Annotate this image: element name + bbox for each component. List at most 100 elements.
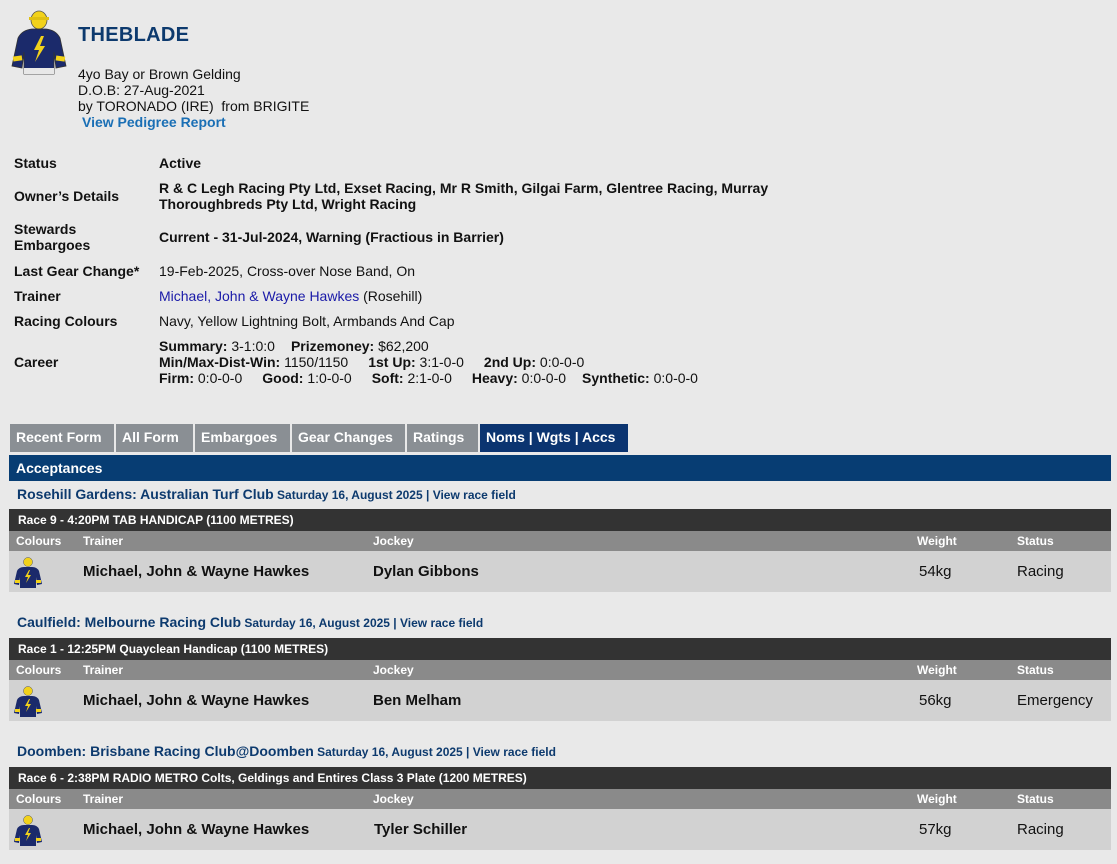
meeting-heading: Caulfield: Melbourne Racing Club Saturda… (17, 614, 483, 630)
good-value: 1:0-0-0 (307, 370, 352, 386)
race-title: Race 6 - 2:38PM RADIO METRO Colts, Geldi… (9, 767, 1111, 789)
status-header: Status (1017, 663, 1054, 677)
heavy-label: Heavy: (471, 370, 518, 386)
status-label: Status (14, 155, 57, 171)
jockey-silks-icon (11, 10, 67, 75)
runner-row: Michael, John & Wayne Hawkes Dylan Gibbo… (9, 551, 1111, 592)
stewards-value: Current - 31-Jul-2024, Warning (Fractiou… (159, 229, 504, 245)
first-up-value: 3:1-0-0 (419, 354, 464, 370)
runner-status: Emergency (1017, 692, 1093, 709)
venue-name: Caulfield: Melbourne Racing Club (17, 614, 242, 630)
column-header-row: Colours Trainer Jockey Weight Status (9, 789, 1111, 809)
racing-colours-label: Racing Colours (14, 313, 118, 329)
soft-label: Soft: (371, 370, 404, 386)
gear-change-value: 19-Feb-2025, Cross-over Nose Band, On (159, 263, 416, 279)
runner-trainer: Michael, John & Wayne Hawkes (83, 563, 310, 580)
tab-all-form[interactable]: All Form (116, 424, 195, 452)
trainer-link[interactable]: Michael, John & Wayne Hawkes (159, 288, 359, 304)
race-title: Race 9 - 4:20PM TAB HANDICAP (1100 METRE… (9, 509, 1111, 531)
weight-header: Weight (917, 534, 957, 548)
venue-name: Rosehill Gardens: Australian Turf Club (17, 486, 274, 502)
status-value: Active (159, 155, 202, 171)
colours-header: Colours (16, 663, 62, 677)
form-tabs: Recent Form All Form Embargoes Gear Chan… (10, 424, 628, 452)
synthetic-value: 0:0-0-0 (653, 370, 698, 386)
career-stats: Summary: 3-1:0:0 Prizemoney: $62,200 Min/… (159, 338, 799, 386)
tab-gear-changes[interactable]: Gear Changes (292, 424, 407, 452)
acceptances-header: Acceptances (9, 455, 1111, 481)
meeting-date: Saturday 16, August 2025 | (241, 616, 400, 630)
column-header-row: Colours Trainer Jockey Weight Status (9, 531, 1111, 551)
career-label: Career (14, 354, 59, 370)
gear-change-label: Last Gear Change* (14, 263, 140, 279)
trainer-header: Trainer (83, 534, 124, 548)
runner-row: Michael, John & Wayne Hawkes Tyler Schil… (9, 809, 1111, 850)
runner-weight: 54kg (919, 563, 952, 580)
weight-header: Weight (917, 792, 957, 806)
horse-dob: D.O.B: 27-Aug-2021 (78, 82, 205, 98)
tab-ratings[interactable]: Ratings (407, 424, 480, 452)
jockey-silks-icon (14, 686, 42, 717)
tab-recent-form[interactable]: Recent Form (10, 424, 116, 452)
synthetic-label: Synthetic: (582, 370, 650, 386)
view-race-field-link[interactable]: View race field (433, 488, 516, 502)
horse-breeding: by TORONADO (IRE) from BRIGITE (78, 98, 310, 114)
meeting-heading: Doomben: Brisbane Racing Club@Doomben Sa… (17, 743, 556, 759)
racing-colours-value: Navy, Yellow Lightning Bolt, Armbands An… (159, 313, 455, 329)
race-block: Race 1 - 12:25PM Quayclean Handicap (110… (9, 638, 1111, 721)
colours-header: Colours (16, 792, 62, 806)
second-up-label: 2nd Up: (483, 354, 537, 370)
first-up-label: 1st Up: (368, 354, 416, 370)
race-title: Race 1 - 12:25PM Quayclean Handicap (110… (9, 638, 1111, 660)
race-block: Race 9 - 4:20PM TAB HANDICAP (1100 METRE… (9, 509, 1111, 592)
firm-label: Firm: (159, 370, 194, 386)
runner-jockey: Dylan Gibbons (373, 563, 479, 580)
second-up-value: 0:0-0-0 (539, 354, 585, 370)
trainer-header: Trainer (83, 663, 124, 677)
trainer-location: (Rosehill) (359, 288, 423, 304)
venue-name: Doomben: Brisbane Racing Club@Doomben (17, 743, 314, 759)
runner-trainer: Michael, John & Wayne Hawkes (83, 692, 310, 709)
runner-weight: 56kg (919, 692, 952, 709)
jockey-silks-icon (14, 557, 42, 588)
meeting-date: Saturday 16, August 2025 | (313, 745, 473, 759)
prize-label: Prizemoney: (290, 338, 375, 354)
horse-header: THEBLADE 4yo Bay or Brown Gelding D.O.B:… (10, 8, 410, 138)
owner-value: R & C Legh Racing Pty Ltd, Exset Racing,… (159, 180, 769, 212)
runner-trainer: Michael, John & Wayne Hawkes (83, 821, 310, 838)
colours-header: Colours (16, 534, 62, 548)
trainer-header: Trainer (83, 792, 124, 806)
jockey-header: Jockey (373, 534, 414, 548)
summary-label: Summary: (159, 338, 228, 354)
soft-value: 2:1-0-0 (407, 370, 452, 386)
status-header: Status (1017, 792, 1054, 806)
summary-value: 3-1:0:0 (231, 338, 275, 354)
status-header: Status (1017, 534, 1054, 548)
weight-header: Weight (917, 663, 957, 677)
meeting-heading: Rosehill Gardens: Australian Turf Club S… (17, 486, 516, 502)
owner-label: Owner’s Details (14, 188, 120, 204)
good-label: Good: (262, 370, 304, 386)
runner-status: Racing (1017, 821, 1064, 838)
firm-value: 0:0-0-0 (197, 370, 243, 386)
mmdw-label: Min/Max-Dist-Win: (159, 354, 281, 370)
runner-jockey: Ben Melham (373, 692, 462, 709)
mmdw-value: 1150/1150 (284, 354, 349, 370)
jockey-header: Jockey (373, 663, 414, 677)
column-header-row: Colours Trainer Jockey Weight Status (9, 660, 1111, 680)
heavy-value: 0:0-0-0 (521, 370, 567, 386)
horse-name: THEBLADE (78, 24, 190, 46)
prize-value: $62,200 (378, 338, 429, 354)
runner-status: Racing (1017, 563, 1064, 580)
view-race-field-link[interactable]: View race field (473, 745, 556, 759)
tab-noms-wgts-accs[interactable]: Noms | Wgts | Accs (480, 424, 628, 452)
race-block: Race 6 - 2:38PM RADIO METRO Colts, Geldi… (9, 767, 1111, 850)
horse-description: 4yo Bay or Brown Gelding (78, 66, 241, 82)
trainer-label: Trainer (14, 288, 61, 304)
runner-row: Michael, John & Wayne Hawkes Ben Melham … (9, 680, 1111, 721)
view-pedigree-link[interactable]: View Pedigree Report (82, 114, 226, 130)
tab-embargoes[interactable]: Embargoes (195, 424, 292, 452)
view-race-field-link[interactable]: View race field (400, 616, 483, 630)
jockey-header: Jockey (373, 792, 414, 806)
runner-jockey: Tyler Schiller (374, 821, 468, 838)
